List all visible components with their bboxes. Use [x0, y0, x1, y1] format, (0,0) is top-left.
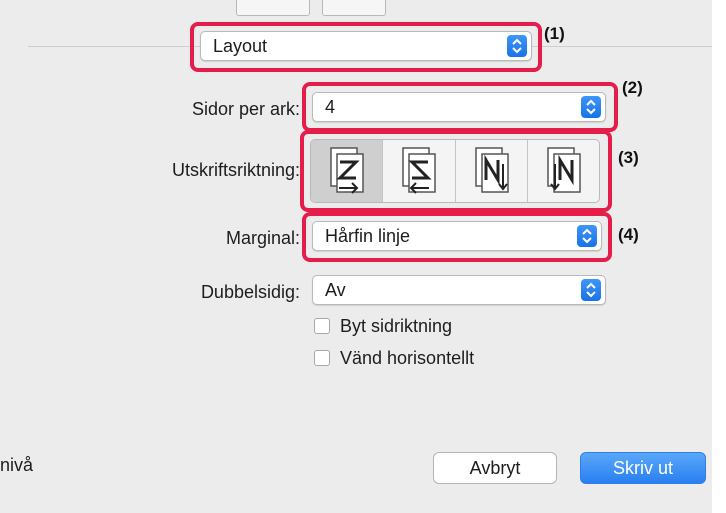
print-direction-segmented-control	[310, 139, 600, 203]
pages-per-sheet-value: 4	[325, 97, 336, 117]
print-direction-z-order-button[interactable]	[311, 140, 384, 202]
callout-1: (1)	[544, 24, 565, 43]
reverse-n-order-icon	[547, 147, 581, 193]
duplex-value: Av	[325, 280, 346, 300]
flip-orientation-label: Byt sidriktning	[340, 316, 453, 336]
z-order-icon	[330, 147, 364, 194]
chevron-up-down-icon	[581, 96, 601, 118]
top-toolbar-segment-left[interactable]	[236, 0, 310, 16]
top-toolbar-segment-right[interactable]	[322, 0, 386, 16]
layout-popup-value: Layout	[213, 36, 268, 56]
print-button[interactable]: Skriv ut	[580, 452, 706, 484]
margin-popup[interactable]: Hårfin linje	[312, 221, 602, 251]
partial-footer-text: nivå	[0, 455, 34, 475]
print-direction-n-order-button[interactable]	[456, 140, 528, 202]
print-direction-reverse-n-order-button[interactable]	[528, 140, 599, 202]
flip-horizontally-label: Vänd horisontellt	[340, 348, 475, 368]
callout-3: (3)	[618, 148, 639, 167]
chevron-up-down-icon	[581, 279, 601, 301]
cancel-button[interactable]: Avbryt	[433, 452, 557, 484]
chevron-up-down-icon	[577, 225, 597, 247]
margin-label: Marginal:	[225, 228, 300, 248]
callout-4: (4)	[618, 225, 639, 244]
chevron-up-down-icon	[507, 35, 527, 57]
flip-horizontally-checkbox[interactable]	[314, 350, 330, 366]
callout-2: (2)	[622, 78, 643, 97]
margin-value: Hårfin linje	[325, 226, 411, 246]
print-direction-reverse-z-order-button[interactable]	[383, 140, 456, 202]
layout-popup[interactable]: Layout	[200, 31, 532, 61]
n-order-icon	[474, 147, 509, 193]
flip-orientation-checkbox[interactable]	[314, 318, 330, 334]
print-direction-label: Utskriftsriktning:	[171, 160, 300, 180]
pages-per-sheet-label: Sidor per ark:	[191, 99, 300, 119]
duplex-popup[interactable]: Av	[312, 275, 606, 305]
pages-per-sheet-popup[interactable]: 4	[312, 92, 606, 122]
reverse-z-order-icon	[402, 147, 436, 194]
print-dialog-panel: Layout (1) Sidor per ark: 4 (2) Utskrift…	[0, 0, 712, 513]
duplex-label: Dubbelsidig:	[200, 282, 300, 302]
